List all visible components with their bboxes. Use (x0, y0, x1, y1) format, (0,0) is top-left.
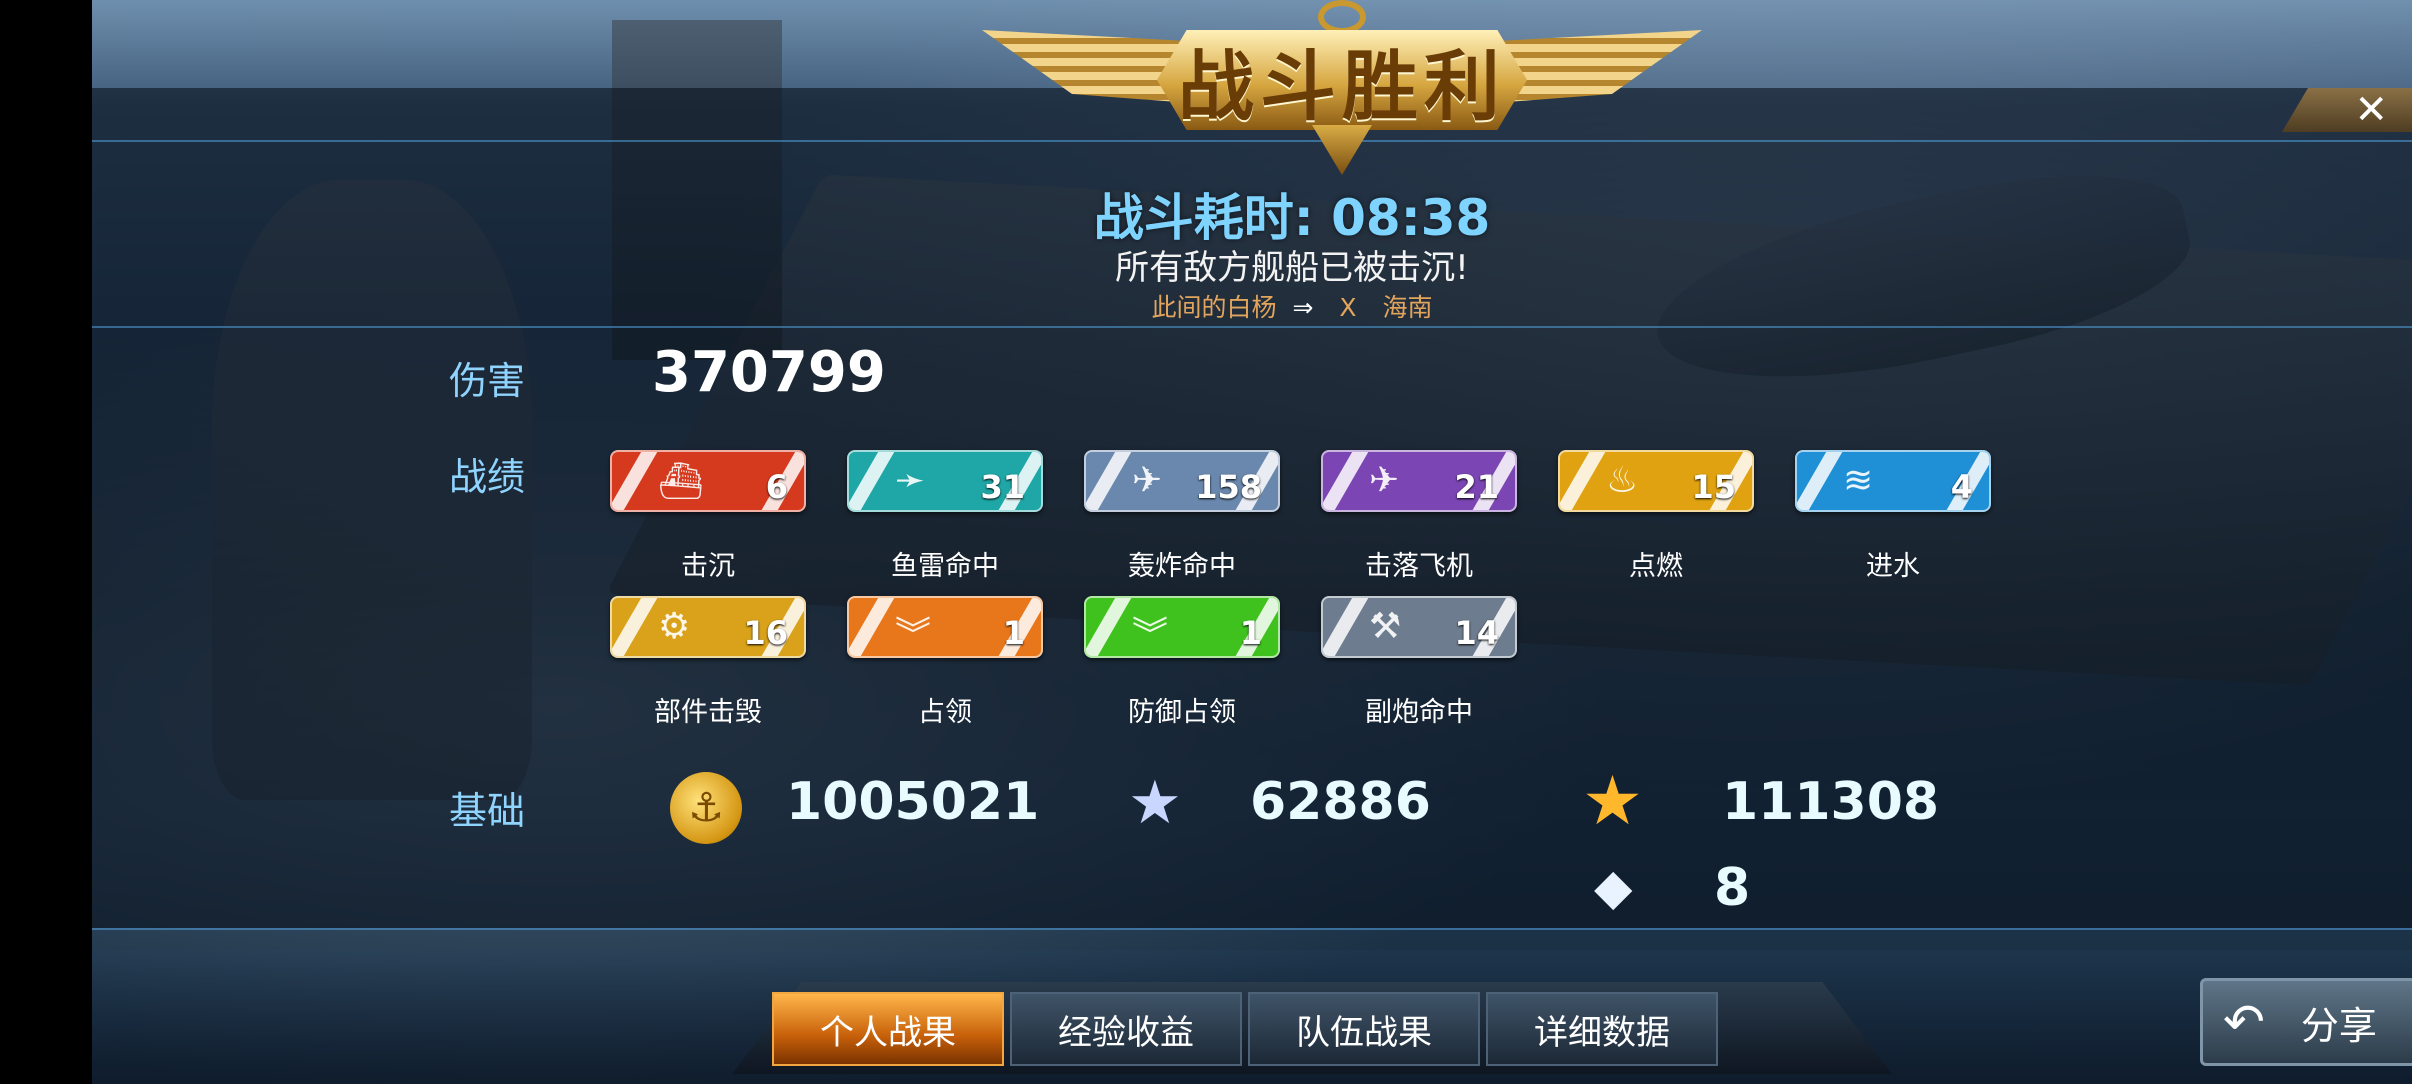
torpedo-icon: ➛ (895, 460, 926, 501)
gold-star-icon: ★ (1582, 762, 1643, 841)
player-right: 海南 (1382, 293, 1433, 322)
silver-exp-value: 62886 (1250, 772, 1431, 832)
divider (92, 326, 2412, 328)
matchup-separator: X (1339, 293, 1357, 322)
diamonds-value: 8 (1714, 858, 1751, 918)
flood-icon: ≋ (1843, 460, 1874, 501)
record-label: 战绩 (448, 455, 525, 499)
base-label: 基础 (448, 789, 525, 833)
badge-count: 21 (1454, 468, 1499, 506)
tab-exp-reward[interactable]: 经验收益 (1010, 992, 1242, 1066)
badge-defend-capture[interactable]: ︾ 1 (1084, 596, 1280, 658)
badge-bomb-hit[interactable]: ✈ 158 (1084, 450, 1280, 512)
badge-ignite[interactable]: ♨ 15 (1558, 450, 1754, 512)
fire-icon: ♨ (1606, 460, 1639, 501)
badge-flood[interactable]: ≋ 4 (1795, 450, 1991, 512)
matchup: 此间的白杨 ⇒ X 海南 (992, 288, 1592, 324)
result-message: 所有敌方舰船已被击沉! (1115, 248, 1469, 288)
battle-scene-background: 战斗胜利 ✕ 战斗耗时: 08:38 所有敌方舰船已被击沉! 此间的白杨 ⇒ X… (92, 0, 2412, 1084)
anchor-icon (1312, 125, 1372, 175)
coins-value: 1005021 (786, 772, 1040, 832)
close-icon: ✕ (2354, 87, 2388, 133)
badge-count: 1 (1239, 614, 1262, 652)
badge-label: 占领 (918, 697, 972, 728)
tab-detailed-data[interactable]: 详细数据 (1486, 992, 1718, 1066)
badge-count: 1 (1002, 614, 1025, 652)
badge-capture[interactable]: ︾ 1 (847, 596, 1043, 658)
defend-chevron-icon: ︾ (1132, 615, 1169, 656)
anchor-coin-icon: ⚓ (670, 772, 742, 844)
badge-aircraft-shot-down[interactable]: ✈ 21 (1321, 450, 1517, 512)
versus-icon: ⇒ (1292, 293, 1314, 322)
bomber-icon: ✈ (1132, 460, 1163, 501)
tab-team-result[interactable]: 队伍战果 (1248, 992, 1480, 1066)
share-button[interactable]: ↶ 分享 (2200, 978, 2412, 1066)
anchor-ring-icon (1318, 0, 1366, 34)
badge-label: 鱼雷命中 (891, 551, 999, 582)
badge-sink[interactable]: ⛴ 6 (610, 450, 806, 512)
secondary-gun-icon: ⚒ (1369, 606, 1402, 647)
badge-label: 防御占领 (1128, 697, 1236, 728)
aircraft-icon: ✈ (1369, 460, 1400, 501)
badge-label: 点燃 (1629, 551, 1683, 582)
tab-personal-result[interactable]: 个人战果 (772, 992, 1004, 1066)
page-title: 战斗胜利 (1178, 42, 1506, 131)
victory-banner: 战斗胜利 (982, 0, 1702, 180)
badge-label: 击沉 (681, 551, 735, 582)
share-label: 分享 (2300, 1003, 2377, 1048)
ship-sink-icon: ⛴ (658, 461, 704, 502)
damage-value: 370799 (652, 340, 886, 405)
silver-star-icon: ★ (1128, 768, 1182, 838)
badge-count: 6 (765, 468, 788, 506)
gear-icon: ⚙ (658, 606, 691, 647)
badge-label: 击落飞机 (1365, 551, 1473, 582)
badge-count: 31 (980, 468, 1025, 506)
badge-label: 部件击毁 (654, 697, 762, 728)
badge-secondary-gun-hit[interactable]: ⚒ 14 (1321, 596, 1517, 658)
diamond-icon: ◆ (1594, 858, 1633, 916)
divider (92, 928, 2412, 930)
gold-exp-value: 111308 (1722, 772, 1940, 832)
share-arrow-icon: ↶ (2223, 993, 2265, 1051)
badge-count: 14 (1454, 614, 1499, 652)
capture-chevron-icon: ︾ (895, 615, 932, 656)
damage-label: 伤害 (448, 359, 525, 403)
badge-label: 副炮命中 (1365, 697, 1473, 728)
badge-count: 16 (743, 614, 788, 652)
badge-module-destroyed[interactable]: ⚙ 16 (610, 596, 806, 658)
badge-count: 158 (1195, 468, 1262, 506)
player-left: 此间的白杨 (1151, 293, 1277, 322)
badge-label: 进水 (1866, 551, 1920, 582)
badge-count: 15 (1691, 468, 1736, 506)
banner-plaque: 战斗胜利 (1157, 30, 1527, 130)
badge-torpedo-hit[interactable]: ➛ 31 (847, 450, 1043, 512)
badge-count: 4 (1950, 468, 1973, 506)
badge-label: 轰炸命中 (1128, 551, 1236, 582)
